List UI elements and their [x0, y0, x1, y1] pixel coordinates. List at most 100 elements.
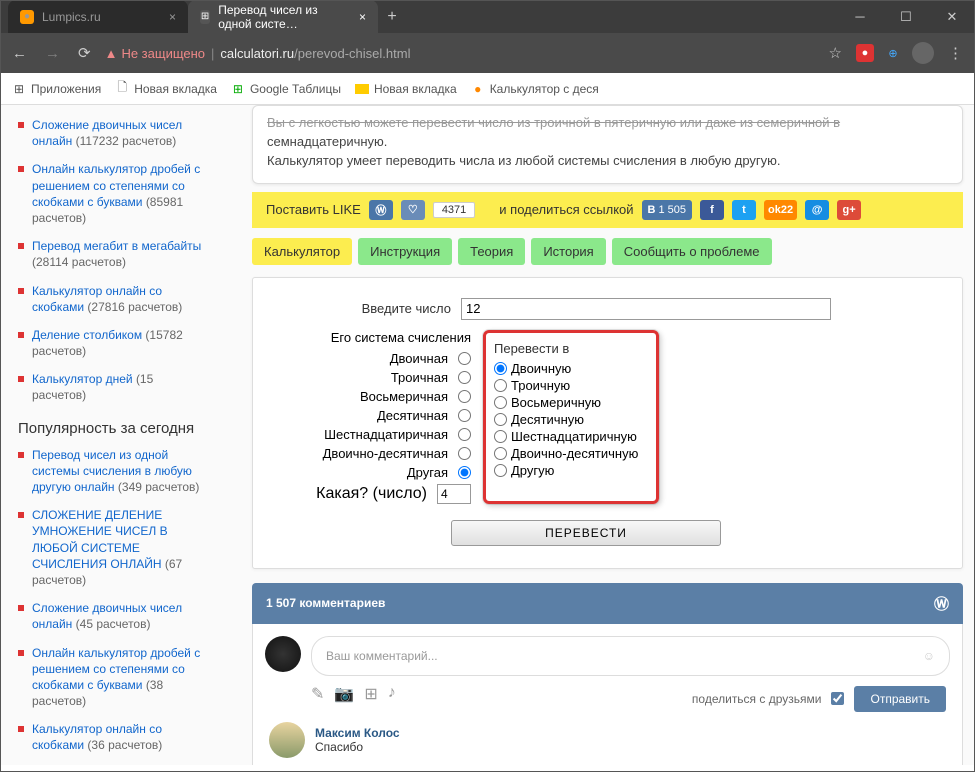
number-input[interactable]	[461, 298, 831, 320]
ok-share-button[interactable]: ok 22	[764, 200, 797, 220]
to-radio[interactable]	[494, 430, 507, 443]
sidebar-count: (28114 расчетов)	[32, 255, 126, 269]
from-radio[interactable]	[458, 390, 471, 403]
bullet-icon	[18, 605, 24, 611]
bookmark-item[interactable]: ⊞Google Таблицы	[231, 82, 341, 96]
from-radio-label: Двоично-десятичная	[323, 446, 448, 461]
sidebar-link[interactable]: Калькулятор дней	[32, 372, 133, 386]
intro-box: Вы с легкостью можете перевести число из…	[252, 105, 963, 184]
bullet-icon	[18, 243, 24, 249]
browser-tab-inactive[interactable]: ● Lumpics.ru ×	[8, 0, 188, 33]
sidebar-link[interactable]: Деление столбиком	[32, 328, 142, 342]
back-button[interactable]: ←	[8, 41, 31, 66]
to-radio[interactable]	[494, 447, 507, 460]
forward-button[interactable]: →	[41, 41, 64, 66]
sidebar-link[interactable]: СЛОЖЕНИЕ ДЕЛЕНИЕ УМНОЖЕНИЕ ЧИСЕЛ В ЛЮБОЙ…	[32, 508, 168, 571]
from-radio-label: Десятичная	[377, 408, 448, 423]
sidebar-count: (27816 расчетов)	[87, 300, 182, 314]
tab-title: Перевод чисел из одной систе…	[218, 3, 351, 31]
commenter-name[interactable]: Максим Колос	[315, 726, 400, 740]
star-icon[interactable]: ☆	[825, 40, 846, 66]
to-radio-label: Восьмеричную	[511, 395, 601, 410]
tab-title: Lumpics.ru	[42, 10, 101, 24]
convert-to-box: Перевести в ДвоичнуюТроичнуюВосьмеричную…	[483, 330, 659, 504]
emoji-icon[interactable]: ☺	[923, 649, 935, 663]
vk-share-button[interactable]: В 1 505	[642, 200, 692, 220]
comment-text: Спасибо	[315, 740, 400, 754]
to-radio[interactable]	[494, 464, 507, 477]
other-base-input[interactable]	[437, 484, 471, 504]
bullet-icon	[18, 452, 24, 458]
extension-icon[interactable]: ●	[856, 44, 874, 62]
profile-avatar[interactable]	[912, 42, 934, 64]
to-system-label: Перевести в	[494, 341, 638, 356]
video-icon[interactable]: ⊞	[364, 684, 377, 704]
sidebar-count: (117232 расчетов)	[76, 134, 177, 148]
tw-share-button[interactable]: t	[732, 200, 756, 220]
vk-like-button[interactable]: Ⓦ	[369, 200, 393, 220]
bullet-icon	[18, 376, 24, 382]
tab-calculator[interactable]: Калькулятор	[252, 238, 352, 265]
gplus-share-button[interactable]: g+	[837, 200, 861, 220]
from-radio-label: Шестнадцатиричная	[324, 427, 448, 442]
to-radio-label: Троичную	[511, 378, 570, 393]
sidebar-count: (45 расчетов)	[76, 617, 151, 631]
new-tab-button[interactable]: +	[378, 3, 406, 31]
to-radio[interactable]	[494, 379, 507, 392]
extension-icon[interactable]: ⊕	[884, 44, 902, 62]
tab-history[interactable]: История	[531, 238, 605, 265]
apps-button[interactable]: ⊞Приложения	[12, 82, 101, 96]
bullet-icon	[18, 726, 24, 732]
to-radio-label: Двоично-десятичную	[511, 446, 638, 461]
attach-icon[interactable]: ✎	[311, 684, 324, 704]
like-label: Поставить LIKE	[266, 202, 361, 217]
to-radio[interactable]	[494, 362, 507, 375]
bullet-icon	[18, 288, 24, 294]
to-radio[interactable]	[494, 413, 507, 426]
music-icon[interactable]: ♪	[388, 684, 396, 704]
from-radio[interactable]	[458, 447, 471, 460]
sidebar-link[interactable]: Перевод мегабит в мегабайты	[32, 239, 201, 253]
close-icon[interactable]: ×	[169, 10, 176, 24]
user-avatar	[265, 636, 301, 672]
address-bar[interactable]: ▲ Не защищено | calculatori.ru/perevod-c…	[105, 46, 815, 61]
browser-tab-active[interactable]: ⊞ Перевод чисел из одной систе… ×	[188, 0, 378, 33]
close-window-button[interactable]: ✕	[929, 0, 975, 33]
maximize-button[interactable]: ☐	[883, 0, 929, 33]
bookmark-item[interactable]: Новая вкладка	[355, 82, 457, 96]
to-radio[interactable]	[494, 396, 507, 409]
bookmark-item[interactable]: ●Калькулятор с деся	[471, 82, 599, 96]
comments-header: 1 507 комментариев Ⓦ	[252, 583, 963, 624]
tab-report[interactable]: Сообщить о проблеме	[612, 238, 772, 265]
camera-icon[interactable]: 📷	[334, 684, 354, 704]
reload-button[interactable]: ⟳	[74, 40, 95, 66]
heart-button[interactable]: ♡	[401, 200, 425, 220]
sidebar-link[interactable]: Онлайн калькулятор дробей с решением со …	[32, 646, 200, 692]
like-count: 4371	[433, 202, 475, 218]
send-button[interactable]: Отправить	[854, 686, 946, 712]
other-base-label: Какая? (число)	[316, 485, 427, 503]
close-icon[interactable]: ×	[359, 10, 366, 24]
share-friends-label: поделиться с друзьями	[692, 692, 822, 706]
comment-input[interactable]: Ваш комментарий... ☺	[311, 636, 950, 676]
from-radio[interactable]	[458, 371, 471, 384]
from-radio[interactable]	[458, 352, 471, 365]
from-radio[interactable]	[458, 466, 471, 479]
tab-instruction[interactable]: Инструкция	[358, 238, 452, 265]
convert-button[interactable]: ПЕРЕВЕСТИ	[451, 520, 721, 546]
from-radio-label: Восьмеричная	[360, 389, 448, 404]
sidebar-count: (36 расчетов)	[87, 738, 162, 752]
security-indicator: ▲ Не защищено	[105, 46, 205, 61]
share-checkbox[interactable]	[831, 692, 844, 705]
bookmark-item[interactable]: 🗋Новая вкладка	[115, 82, 217, 96]
bullet-icon	[18, 650, 24, 656]
from-radio[interactable]	[458, 409, 471, 422]
tab-theory[interactable]: Теория	[458, 238, 525, 265]
menu-button[interactable]: ⋮	[944, 40, 967, 66]
bullet-icon	[18, 122, 24, 128]
minimize-button[interactable]: ─	[837, 0, 883, 33]
from-radio[interactable]	[458, 428, 471, 441]
fb-share-button[interactable]: f	[700, 200, 724, 220]
mail-share-button[interactable]: @	[805, 200, 829, 220]
sidebar-section-header: Популярность за сегодня	[18, 410, 206, 441]
